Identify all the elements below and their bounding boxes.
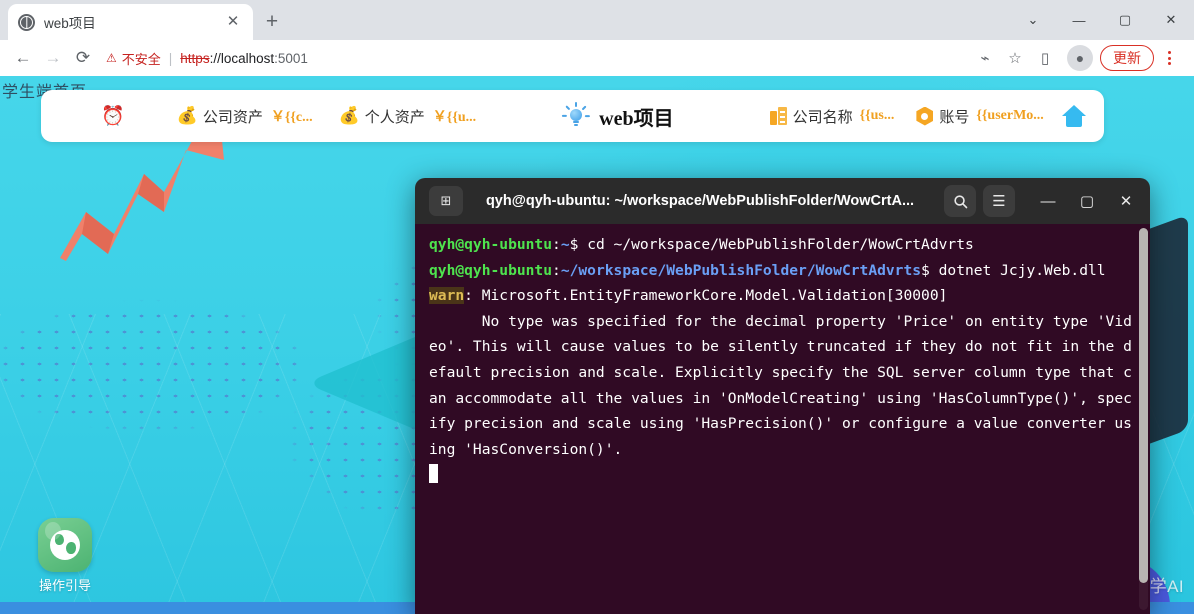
omnibox-divider: | [168,50,173,66]
terminal-scrollbar-thumb[interactable] [1139,228,1148,583]
tab-search-chevron-icon[interactable]: ⌄ [1010,0,1056,40]
account-label: 账号 [939,108,970,126]
home-icon[interactable] [1061,105,1086,127]
company-asset-value: ￥{{c... [270,110,313,125]
toolbar-actions: ⌁ ☆ ▯ ● 更新 [970,43,1186,73]
building-icon [769,107,787,125]
terminal-prompt-path: ~ [560,236,570,253]
account-value: {{userMo... [976,108,1044,123]
terminal-menu-icon[interactable]: ☰ [983,185,1015,217]
browser-toolbar: ← → ⟳ ⚠ 不安全 | https ://localhost :5001 ⌁… [0,40,1194,76]
globe-favicon-icon [18,13,35,31]
terminal-new-tab-icon[interactable]: ⊞ [429,186,463,216]
lightbulb-icon [562,102,591,129]
forward-button[interactable]: → [38,43,68,73]
warning-triangle-icon: ⚠ [106,51,117,65]
terminal-prompt-user: qyh@qyh-ubuntu [429,261,553,279]
address-bar[interactable]: ⚠ 不安全 | https ://localhost :5001 [106,44,962,72]
personal-asset-label: 个人资产 [364,108,425,126]
company-name-label: 公司名称 [792,108,853,126]
terminal-prompt-dollar: $ [569,236,588,253]
window-controls: ⌄ — ▢ ✕ [1010,0,1194,40]
browser-chrome: web项目 ✕ + ⌄ — ▢ ✕ ← → ⟳ ⚠ 不安全 | https :/… [0,0,1194,76]
terminal-command-2: dotnet Jcjy.Web.dll [938,261,1106,279]
company-name-value: {{us... [859,108,895,123]
profile-avatar-icon[interactable]: ● [1067,45,1093,71]
side-panel-icon[interactable]: ▯ [1030,43,1060,73]
terminal-search-icon[interactable] [944,185,976,217]
back-button[interactable]: ← [8,43,38,73]
coins-icon: 💰 [338,106,360,125]
guide-app-label: 操作引导 [38,578,91,593]
maximize-window-button[interactable]: ▢ [1102,0,1148,40]
company-asset-item[interactable]: 💰 公司资产 ￥{{c... [177,106,313,127]
header-meta-group: 公司名称 {{us... 账号 {{userMo... [769,105,1086,127]
tab-title: web项目 [44,16,96,31]
hexagon-account-icon [916,106,934,126]
url-port: :5001 [274,50,308,66]
terminal-prompt-user: qyh@qyh-ubuntu [429,236,553,253]
terminal-command-1: cd ~/workspace/WebPublishFolder/WowCrtAd… [587,236,974,253]
company-asset-label: 公司资产 [202,108,263,126]
update-button[interactable]: 更新 [1100,45,1154,71]
terminal-prompt-colon: : [552,236,561,253]
bookmark-star-icon[interactable]: ☆ [1000,43,1030,73]
close-tab-icon[interactable]: ✕ [223,12,243,32]
terminal-warn-tag: warn [429,287,465,305]
url-scheme: https [180,50,210,66]
terminal-maximize-button[interactable]: ▢ [1071,185,1103,217]
coins-icon: 💰 [176,106,198,125]
alarm-clock-icon: ⏰ [101,105,125,127]
terminal-title: qyh@qyh-ubuntu: ~/workspace/WebPublishFo… [485,193,915,209]
brand-title: web项目 [599,107,674,130]
terminal-cursor [429,464,438,484]
terminal-body[interactable]: qyh@qyh-ubuntu:~$ cd ~/workspace/WebPubl… [415,224,1150,614]
new-tab-button[interactable]: + [258,9,286,37]
terminal-titlebar[interactable]: ⊞ qyh@qyh-ubuntu: ~/workspace/WebPublish… [415,178,1150,224]
reload-button[interactable]: ⟳ [68,43,98,73]
share-icon[interactable]: ⌁ [970,43,1000,73]
personal-asset-value: ￥{{u... [432,110,477,125]
tab-strip: web项目 ✕ + ⌄ — ▢ ✕ [0,0,1194,44]
globe-icon[interactable] [38,518,92,572]
terminal-window: ⊞ qyh@qyh-ubuntu: ~/workspace/WebPublish… [415,178,1150,614]
terminal-close-button[interactable]: ✕ [1110,185,1142,217]
kebab-menu-icon[interactable] [1156,43,1182,73]
security-status-text: 不安全 [121,51,161,67]
url-host: ://localhost [209,50,275,66]
terminal-warn-body: No type was specified for the decimal pr… [429,312,1132,458]
terminal-prompt-dollar: $ [921,261,939,279]
brand-group: web项目 [562,102,674,131]
terminal-prompt-colon: : [552,261,561,279]
app-header-bar: ⏰ 💰 公司资产 ￥{{c... 💰 个人资产 ￥{{u... web项目 公司… [41,90,1104,142]
guide-app-shortcut[interactable]: 操作引导 [36,518,94,594]
terminal-prompt-path: ~/workspace/WebPublishFolder/WowCrtAdvrt… [560,261,922,279]
minimize-window-button[interactable]: — [1056,0,1102,40]
personal-asset-item[interactable]: 💰 个人资产 ￥{{u... [339,106,477,127]
browser-tab[interactable]: web项目 ✕ [8,4,253,44]
terminal-output: qyh@qyh-ubuntu:~$ cd ~/workspace/WebPubl… [429,232,1136,488]
terminal-minimize-button[interactable]: — [1032,185,1064,217]
terminal-warn-header: : Microsoft.EntityFrameworkCore.Model.Va… [464,287,948,305]
close-window-button[interactable]: ✕ [1148,0,1194,40]
